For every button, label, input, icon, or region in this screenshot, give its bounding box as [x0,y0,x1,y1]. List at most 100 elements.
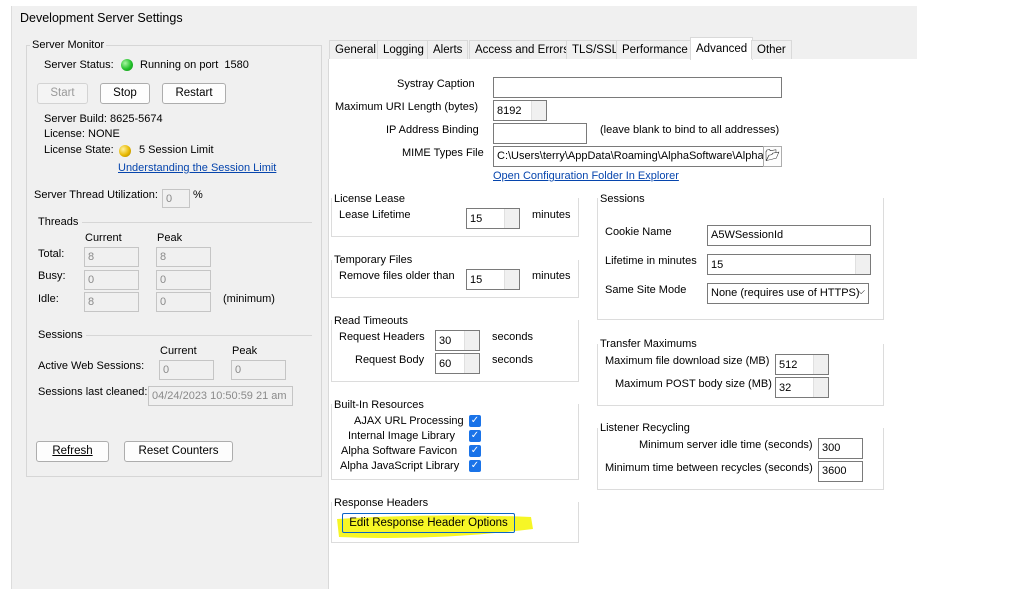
threads-busy-label: Busy: [38,270,66,282]
request-headers-value: 30 [439,335,452,347]
transfer-maximums-group [597,344,884,406]
remove-files-label: Remove files older than [339,270,455,282]
idle-time-label: Minimum server idle time (seconds) [639,439,813,451]
stop-button[interactable]: Stop [100,83,150,104]
license-state-label: License State: [44,144,114,156]
thread-util-label: Server Thread Utilization: [34,189,158,201]
tab-logging[interactable]: Logging [377,40,430,59]
restart-button[interactable]: Restart [162,83,226,104]
favicon-label: Alpha Software Favicon [341,445,458,457]
session-lifetime-input[interactable]: 15 [707,254,871,275]
thread-util-unit: % [193,189,203,201]
temp-files-heading: Temporary Files [334,254,413,266]
sessions-col-peak: Peak [232,345,258,357]
sessions-right-heading: Sessions [600,193,645,205]
license-value: NONE [88,128,120,140]
download-size-value: 512 [779,359,798,371]
response-headers-heading: Response Headers [334,497,429,509]
window-title: Development Server Settings [20,11,183,25]
idle-time-input[interactable]: 300 [818,438,863,459]
remove-files-value: 15 [470,274,483,286]
threads-separator [82,222,312,223]
request-headers-input[interactable]: 30 [435,330,480,351]
sessions-separator [86,335,312,336]
between-recycles-input[interactable]: 3600 [818,461,863,482]
threads-busy-peak: 0 [156,270,211,290]
tab-access-and-errors[interactable]: Access and Errors [469,40,575,59]
threads-total-current: 8 [84,247,139,267]
max-uri-value: 8192 [497,105,522,117]
lease-lifetime-unit: minutes [532,209,571,221]
remove-files-input[interactable]: 15 [466,269,520,290]
mime-types-input[interactable]: C:\Users\terry\AppData\Roaming\AlphaSoft… [493,146,764,167]
request-body-unit: seconds [492,354,533,366]
lease-lifetime-input[interactable]: 15 [466,208,520,229]
favicon-checkbox[interactable]: ✓ [469,445,481,457]
reset-counters-button[interactable]: Reset Counters [124,441,233,462]
session-limit-link[interactable]: Understanding the Session Limit [118,162,276,174]
license-lease-heading: License Lease [334,193,405,205]
active-sessions-current: 0 [159,360,214,380]
ip-binding-hint: (leave blank to bind to all addresses) [600,124,780,136]
tab-performance[interactable]: Performance [616,40,694,59]
refresh-button[interactable]: Refresh [36,441,109,462]
lease-lifetime-value: 15 [470,213,483,225]
ip-binding-input[interactable] [493,123,587,144]
threads-idle-note: (minimum) [223,293,275,305]
cookie-name-input[interactable]: A5WSessionId [707,225,871,246]
license-state-value: 5 Session Limit [139,144,214,156]
mime-types-label: MIME Types File [402,147,484,159]
systray-caption-label: Systray Caption [397,78,475,90]
image-library-checkbox[interactable]: ✓ [469,430,481,442]
request-headers-unit: seconds [492,331,533,343]
ajax-url-checkbox[interactable]: ✓ [469,415,481,427]
js-library-checkbox[interactable]: ✓ [469,460,481,472]
ajax-url-label: AJAX URL Processing [354,415,464,427]
post-size-value: 32 [779,382,792,394]
edit-response-header-button[interactable]: Edit Response Header Options [342,513,515,533]
active-sessions-label: Active Web Sessions: [38,360,145,372]
post-size-input[interactable]: 32 [775,377,829,398]
request-body-input[interactable]: 60 [435,353,480,374]
max-uri-label: Maximum URI Length (bytes) [335,101,479,113]
post-size-label: Maximum POST body size (MB) [615,378,772,390]
thread-util-field: 0 [162,189,190,208]
image-library-label: Internal Image Library [348,430,455,442]
download-size-label: Maximum file download size (MB) [605,355,770,367]
server-build-label: Server Build: [44,113,107,125]
server-monitor-heading: Server Monitor [30,39,107,51]
sessions-cleaned-label: Sessions last cleaned: [38,386,148,398]
same-site-select[interactable]: None (requires use of HTTPS) ⌵ [707,283,869,304]
request-body-label: Request Body [355,354,425,366]
threads-total-peak: 8 [156,247,211,267]
server-status-value: Running on port 1580 [140,59,249,71]
threads-idle-peak: 0 [156,292,211,312]
transfer-maximums-heading: Transfer Maximums [600,338,697,350]
ip-binding-label: IP Address Binding [386,124,479,136]
read-timeouts-heading: Read Timeouts [334,315,408,327]
systray-caption-input[interactable] [493,77,782,98]
tab-general[interactable]: General [329,40,382,59]
remove-files-unit: minutes [532,270,571,282]
threads-col-peak: Peak [157,232,183,244]
max-uri-input[interactable]: 8192 [493,100,547,121]
threads-busy-current: 0 [84,270,139,290]
session-lifetime-label: Lifetime in minutes [605,255,697,267]
tab-advanced[interactable]: Advanced [690,37,754,60]
start-button[interactable]: Start [37,83,88,104]
server-status-label: Server Status: [44,59,114,71]
open-config-folder-link[interactable]: Open Configuration Folder In Explorer [493,170,679,182]
threads-idle-current: 8 [84,292,139,312]
tab-alerts[interactable]: Alerts [427,40,469,59]
open-folder-icon: 📂︎ [765,150,780,162]
download-size-input[interactable]: 512 [775,354,829,375]
threads-total-label: Total: [38,248,65,260]
server-build-value: 8625-5674 [110,113,163,125]
mime-browse-button[interactable]: 📂︎ [763,146,782,167]
tab-other[interactable]: Other [751,40,792,59]
license-label: License: [44,128,85,140]
license-yellow-led-icon [119,145,131,157]
session-lifetime-value: 15 [711,259,724,271]
js-library-label: Alpha JavaScript Library [340,460,460,472]
lease-lifetime-label: Lease Lifetime [339,209,411,221]
